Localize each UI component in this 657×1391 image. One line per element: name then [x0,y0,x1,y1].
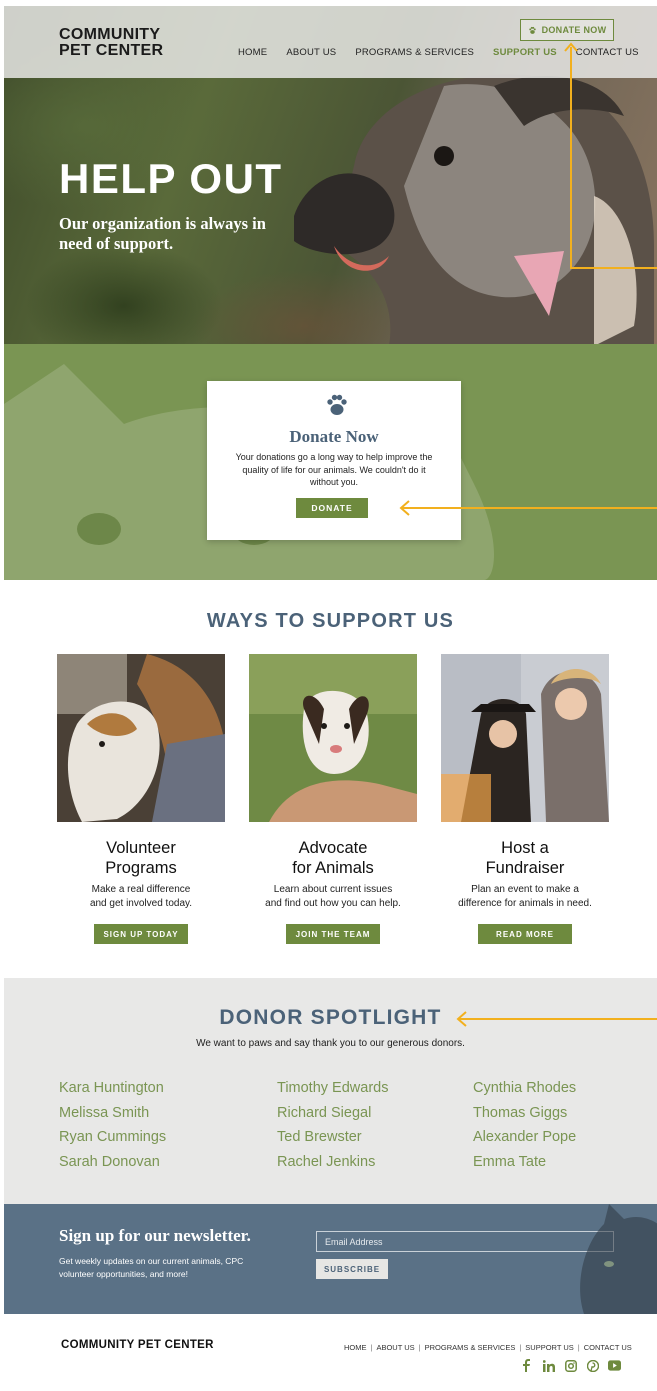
read-more-button[interactable]: READ MORE [478,924,572,944]
donor-name: Richard Siegal [277,1104,372,1121]
hero-section: COMMUNITY PET CENTER HOME ABOUT US PROGR… [4,6,657,344]
pinterest-icon[interactable] [586,1359,599,1372]
social-links [520,1359,621,1372]
nav-programs-services[interactable]: PROGRAMS & SERVICES [355,47,474,58]
fundraiser-title: Host a Fundraiser [485,839,565,877]
donor-column-1: Kara Huntington Melissa Smith Ryan Cummi… [59,1076,166,1175]
hero-subtitle: Our organization is always in need of su… [59,214,266,253]
donate-card-title: Donate Now [289,427,379,446]
donor-name: Alexander Pope [473,1129,577,1146]
subscribe-button[interactable]: SUBSCRIBE [316,1259,388,1279]
separator: | [370,1343,373,1352]
spotlight-subtitle: We want to paws and say thank you to our… [196,1038,465,1049]
donor-name: Timothy Edwards [277,1080,389,1096]
donor-name: Cynthia Rhodes [473,1080,577,1096]
dog-photo [294,74,654,344]
fundraiser-text: Plan an event to make a difference for a… [458,884,592,909]
donate-card-text: Your donations go a long way to help imp… [235,452,433,487]
advocate-text: Learn about current issues and find out … [265,884,401,909]
annotation-arrowhead [564,42,578,52]
main-nav: HOME ABOUT US PROGRAMS & SERVICES SUPPOR… [238,47,657,58]
instagram-icon[interactable] [564,1359,577,1372]
donate-card: Donate Now Your donations go a long way … [207,381,461,540]
separator: | [418,1343,421,1352]
donor-name: Melissa Smith [59,1104,150,1121]
donor-name: Ryan Cummings [59,1129,167,1146]
nav-contact-us[interactable]: CONTACT US [576,47,639,58]
donor-name: Rachel Jenkins [277,1154,376,1171]
top-navigation-bar: COMMUNITY PET CENTER HOME ABOUT US PROGR… [4,6,657,78]
hero-title: HELP OUT [59,155,283,202]
donor-name: Sarah Donovan [59,1154,160,1171]
donor-column-3: Cynthia Rhodes Thomas Giggs Alexander Po… [473,1076,576,1175]
paw-icon [327,394,347,415]
separator: | [519,1343,522,1352]
separator: | [577,1343,580,1352]
facebook-icon[interactable] [520,1359,533,1372]
site-logo[interactable]: COMMUNITY PET CENTER [59,27,163,59]
cat-image [580,1204,657,1314]
footer-logo[interactable]: COMMUNITY PET CENTER [61,1339,214,1351]
donate-now-label: DONATE NOW [541,25,607,35]
donate-section: Donate Now Your donations go a long way … [4,344,657,580]
advocate-title: Advocate for Animals [292,839,374,877]
footer-nav-contact-us[interactable]: CONTACT US [584,1343,632,1352]
fundraiser-photo [441,654,609,822]
sign-up-today-button[interactable]: SIGN UP TODAY [94,924,188,944]
footer-nav-support-us[interactable]: SUPPORT US [525,1343,574,1352]
youtube-icon[interactable] [608,1359,621,1372]
support-card-volunteer: Volunteer Programs Make a real differenc… [57,654,225,944]
join-the-team-button[interactable]: JOIN THE TEAM [286,924,380,944]
donate-button[interactable]: DONATE [296,498,368,518]
linkedin-icon[interactable] [542,1359,555,1372]
support-card-fundraiser: Host a Fundraiser Plan an event to make … [441,654,609,944]
newsletter-title: Sign up for our newsletter. [59,1226,251,1245]
footer-nav-programs-services[interactable]: PROGRAMS & SERVICES [425,1343,516,1352]
donor-name: Emma Tate [473,1154,547,1171]
advocate-photo [249,654,417,822]
newsletter-text: Get weekly updates on our current animal… [59,1256,244,1279]
donor-column-2: Timothy Edwards Richard Siegal Ted Brews… [277,1076,388,1175]
paw-icon [528,26,536,34]
ways-section-title: WAYS TO SUPPORT US [206,610,455,632]
footer-nav-about-us[interactable]: ABOUT US [376,1343,414,1352]
volunteer-text: Make a real difference and get involved … [89,884,193,909]
annotation-line [570,47,572,269]
logo-line-2: PET CENTER [59,42,164,59]
newsletter-section: Sign up for our newsletter. Get weekly u… [4,1204,657,1314]
annotation-arrowhead [456,1011,467,1027]
nav-home[interactable]: HOME [238,47,267,58]
footer-nav-home[interactable]: HOME [344,1343,367,1352]
annotation-arrowhead [399,500,410,516]
logo-line-1: COMMUNITY [59,26,161,43]
donor-spotlight-section: DONOR SPOTLIGHT We want to paws and say … [4,978,657,1204]
footer-nav: HOME | ABOUT US | PROGRAMS & SERVICES | SUPPOR… [344,1343,632,1352]
donor-name: Ted Brewster [277,1129,362,1146]
annotation-line [459,1018,657,1020]
nav-support-us[interactable]: SUPPORT US [493,47,557,58]
volunteer-photo [57,654,225,822]
page: COMMUNITY PET CENTER HOME ABOUT US PROGR… [4,6,657,1391]
donor-name: Kara Huntington [59,1080,164,1096]
annotation-line [402,507,657,509]
nav-about-us[interactable]: ABOUT US [286,47,336,58]
annotation-line [570,267,657,269]
donate-now-button[interactable]: DONATE NOW [520,19,614,41]
donor-name: Thomas Giggs [473,1104,568,1121]
support-card-advocate: Advocate for Animals Learn about current… [249,654,417,944]
volunteer-title: Volunteer Programs [105,839,177,877]
